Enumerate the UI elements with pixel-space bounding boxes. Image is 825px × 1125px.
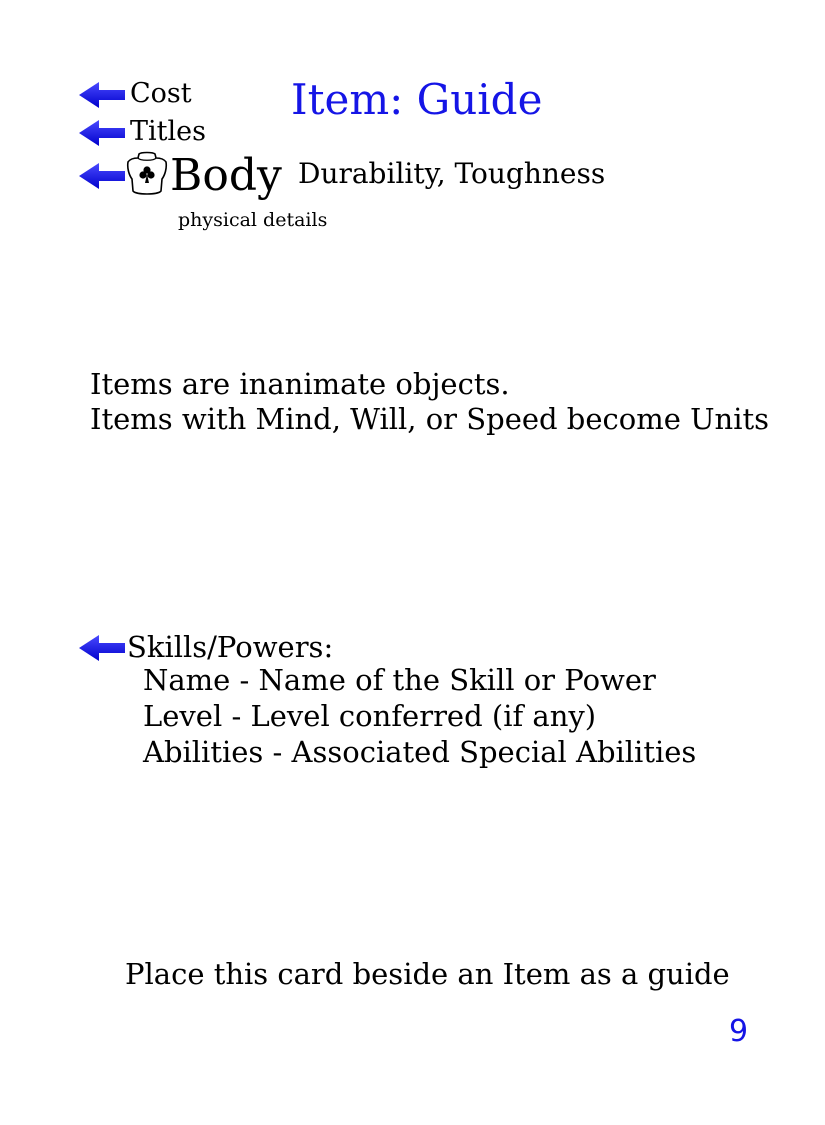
skills-heading: Skills/Powers: [127,630,334,664]
torso-club-icon [125,151,169,197]
cost-arrow-icon [79,82,125,108]
cost-label: Cost [130,78,192,109]
skills-arrow-icon [79,635,125,661]
description-line-1: Items are inanimate objects. [90,367,510,401]
titles-arrow-icon [79,120,125,146]
skills-line-name: Name - Name of the Skill or Power [143,663,656,697]
titles-label: Titles [130,116,206,147]
skills-line-abilities: Abilities - Associated Special Abilities [143,735,697,769]
description-line-2: Items with Mind, Will, or Speed become U… [90,402,770,436]
body-subtitle: physical details [178,209,328,231]
body-attributes: Durability, Toughness [298,157,606,190]
page-number: 9 [729,1014,749,1049]
footer-instruction: Place this card beside an Item as a guid… [125,957,730,991]
skills-line-level: Level - Level conferred (if any) [143,699,597,733]
card-title: Item: Guide [291,75,543,124]
body-label: Body [170,150,282,201]
body-arrow-icon [79,163,125,189]
